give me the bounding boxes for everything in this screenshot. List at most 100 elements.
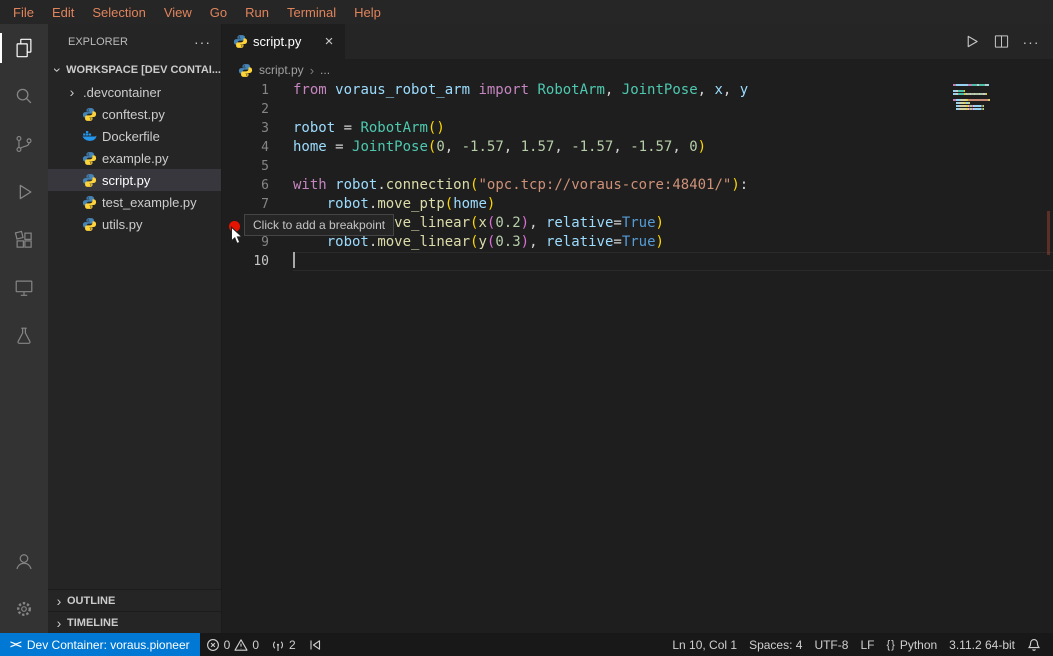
menu-item-run[interactable]: Run <box>236 0 278 24</box>
code-line-5[interactable]: 5 <box>223 157 1053 176</box>
breadcrumb-file[interactable]: script.py <box>259 63 304 77</box>
file-item-Dockerfile[interactable]: Dockerfile <box>48 125 221 147</box>
code-editor[interactable]: 1 from voraus_robot_arm import RobotArm, … <box>223 81 1053 633</box>
file-label: Dockerfile <box>102 129 160 144</box>
python-icon <box>82 195 97 210</box>
workspace-section-header[interactable]: › WORKSPACE [DEV CONTAI... <box>48 59 221 81</box>
status-bar-right: Ln 10, Col 1 Spaces: 4 UTF-8 LF {} Pytho… <box>666 633 1053 656</box>
line-text[interactable] <box>293 252 1053 271</box>
code-line-4[interactable]: 4 home = JointPose(0, -1.57, 1.57, -1.57,… <box>223 138 1053 157</box>
source-control-icon[interactable] <box>0 120 48 168</box>
vscode-window: { "colors": { "accent_blue": "#0078d4", … <box>0 0 1053 656</box>
eol-status[interactable]: LF <box>854 633 880 656</box>
file-label: utils.py <box>102 217 142 232</box>
line-text[interactable]: with robot.connection("opc.tcp://voraus-… <box>293 176 1053 195</box>
code-line-7[interactable]: 7 robot.move_ptp(home) <box>223 195 1053 214</box>
python-interpreter-status[interactable]: 3.11.2 64-bit <box>943 633 1021 656</box>
line-text[interactable]: robot.move_ptp(home) <box>293 195 1053 214</box>
line-number[interactable]: 3 <box>241 119 269 138</box>
file-label: .devcontainer <box>83 85 161 100</box>
menu-item-help[interactable]: Help <box>345 0 390 24</box>
language-status[interactable]: {} Python <box>880 633 943 656</box>
file-item-example.py[interactable]: example.py <box>48 147 221 169</box>
python-icon <box>238 63 253 78</box>
cursor-position-status[interactable]: Ln 10, Col 1 <box>666 633 743 656</box>
file-item-test_example.py[interactable]: test_example.py <box>48 191 221 213</box>
breakpoint-gutter[interactable] <box>223 119 241 138</box>
tab-script-py[interactable]: script.py × <box>223 24 345 59</box>
line-text[interactable]: from voraus_robot_arm import RobotArm, J… <box>293 81 1053 100</box>
line-text[interactable] <box>293 157 1053 176</box>
line-number[interactable]: 1 <box>241 81 269 100</box>
python-icon <box>233 34 248 49</box>
file-item-.devcontainer[interactable]: ›.devcontainer <box>48 81 221 103</box>
remote-explorer-icon[interactable] <box>0 264 48 312</box>
settings-gear-icon[interactable] <box>0 585 48 633</box>
text-cursor <box>293 252 295 268</box>
split-editor-icon[interactable] <box>989 30 1013 54</box>
breakpoint-gutter[interactable] <box>223 252 241 271</box>
search-icon[interactable] <box>0 72 48 120</box>
breakpoint-gutter[interactable] <box>223 157 241 176</box>
run-python-file-icon[interactable] <box>959 30 983 54</box>
minimap[interactable] <box>953 84 997 114</box>
notifications-bell[interactable] <box>1021 633 1047 656</box>
workspace-label: WORKSPACE [DEV CONTAI... <box>66 64 221 76</box>
breadcrumb: script.py › ... <box>223 59 1053 81</box>
menu-item-view[interactable]: View <box>155 0 201 24</box>
indentation-status[interactable]: Spaces: 4 <box>743 633 808 656</box>
accounts-icon[interactable] <box>0 537 48 585</box>
code-line-1[interactable]: 1 from voraus_robot_arm import RobotArm, … <box>223 81 1053 100</box>
line-number[interactable]: 10 <box>241 252 269 271</box>
outline-section-header[interactable]: › OUTLINE <box>48 589 221 611</box>
line-text[interactable]: robot.move_linear(y(0.3), relative=True) <box>293 233 1053 252</box>
forwarded-ports-status[interactable]: 2 <box>265 633 302 656</box>
file-item-script.py[interactable]: script.py <box>48 169 221 191</box>
menu-item-go[interactable]: Go <box>201 0 236 24</box>
line-number[interactable]: 6 <box>241 176 269 195</box>
menu-item-file[interactable]: File <box>4 0 43 24</box>
remote-indicator[interactable]: >< Dev Container: voraus.pioneer <box>0 633 200 656</box>
breakpoint-gutter[interactable] <box>223 195 241 214</box>
line-text[interactable]: robot.move_linear(x(0.2), relative=True) <box>293 214 1053 233</box>
line-text[interactable]: robot = RobotArm() <box>293 119 1053 138</box>
breakpoint-gutter[interactable] <box>223 81 241 100</box>
breadcrumb-more[interactable]: ... <box>320 63 330 77</box>
code-line-3[interactable]: 3 robot = RobotArm() <box>223 119 1053 138</box>
python-icon <box>82 173 97 188</box>
explorer-icon[interactable] <box>0 24 48 72</box>
line-number[interactable]: 4 <box>241 138 269 157</box>
problems-status[interactable]: 0 0 <box>200 633 265 656</box>
timeline-section-header[interactable]: › TIMELINE <box>48 611 221 633</box>
code-line-10[interactable]: 10 <box>223 252 1053 271</box>
editor-area: script.py × ··· script.py › ... 1 from vo… <box>223 24 1053 633</box>
menu-item-terminal[interactable]: Terminal <box>278 0 345 24</box>
line-number[interactable]: 5 <box>241 157 269 176</box>
file-item-conftest.py[interactable]: conftest.py <box>48 103 221 125</box>
extensions-icon[interactable] <box>0 216 48 264</box>
line-number[interactable]: 2 <box>241 100 269 119</box>
testing-icon[interactable] <box>0 312 48 360</box>
run-task-icon <box>308 638 322 652</box>
line-number[interactable]: 7 <box>241 195 269 214</box>
file-item-utils.py[interactable]: utils.py <box>48 213 221 235</box>
more-actions-icon[interactable]: ··· <box>1019 30 1043 54</box>
line-text[interactable] <box>293 100 1053 119</box>
close-tab-icon[interactable]: × <box>319 32 339 52</box>
encoding-status[interactable]: UTF-8 <box>808 633 854 656</box>
overview-ruler-mark <box>1047 211 1050 255</box>
run-task-status[interactable] <box>302 633 328 656</box>
breakpoint-gutter[interactable] <box>223 176 241 195</box>
line-text[interactable]: home = JointPose(0, -1.57, 1.57, -1.57, … <box>293 138 1053 157</box>
remote-label: Dev Container: voraus.pioneer <box>27 638 190 652</box>
code-line-2[interactable]: 2 <box>223 100 1053 119</box>
menu-item-edit[interactable]: Edit <box>43 0 83 24</box>
menu-item-selection[interactable]: Selection <box>83 0 154 24</box>
run-and-debug-icon[interactable] <box>0 168 48 216</box>
warning-icon <box>234 638 248 652</box>
sidebar-more-actions-icon[interactable]: ··· <box>194 37 211 47</box>
code-line-6[interactable]: 6 with robot.connection("opc.tcp://voraus… <box>223 176 1053 195</box>
breakpoint-gutter[interactable] <box>223 100 241 119</box>
braces-icon: {} <box>886 639 895 651</box>
breakpoint-gutter[interactable] <box>223 138 241 157</box>
